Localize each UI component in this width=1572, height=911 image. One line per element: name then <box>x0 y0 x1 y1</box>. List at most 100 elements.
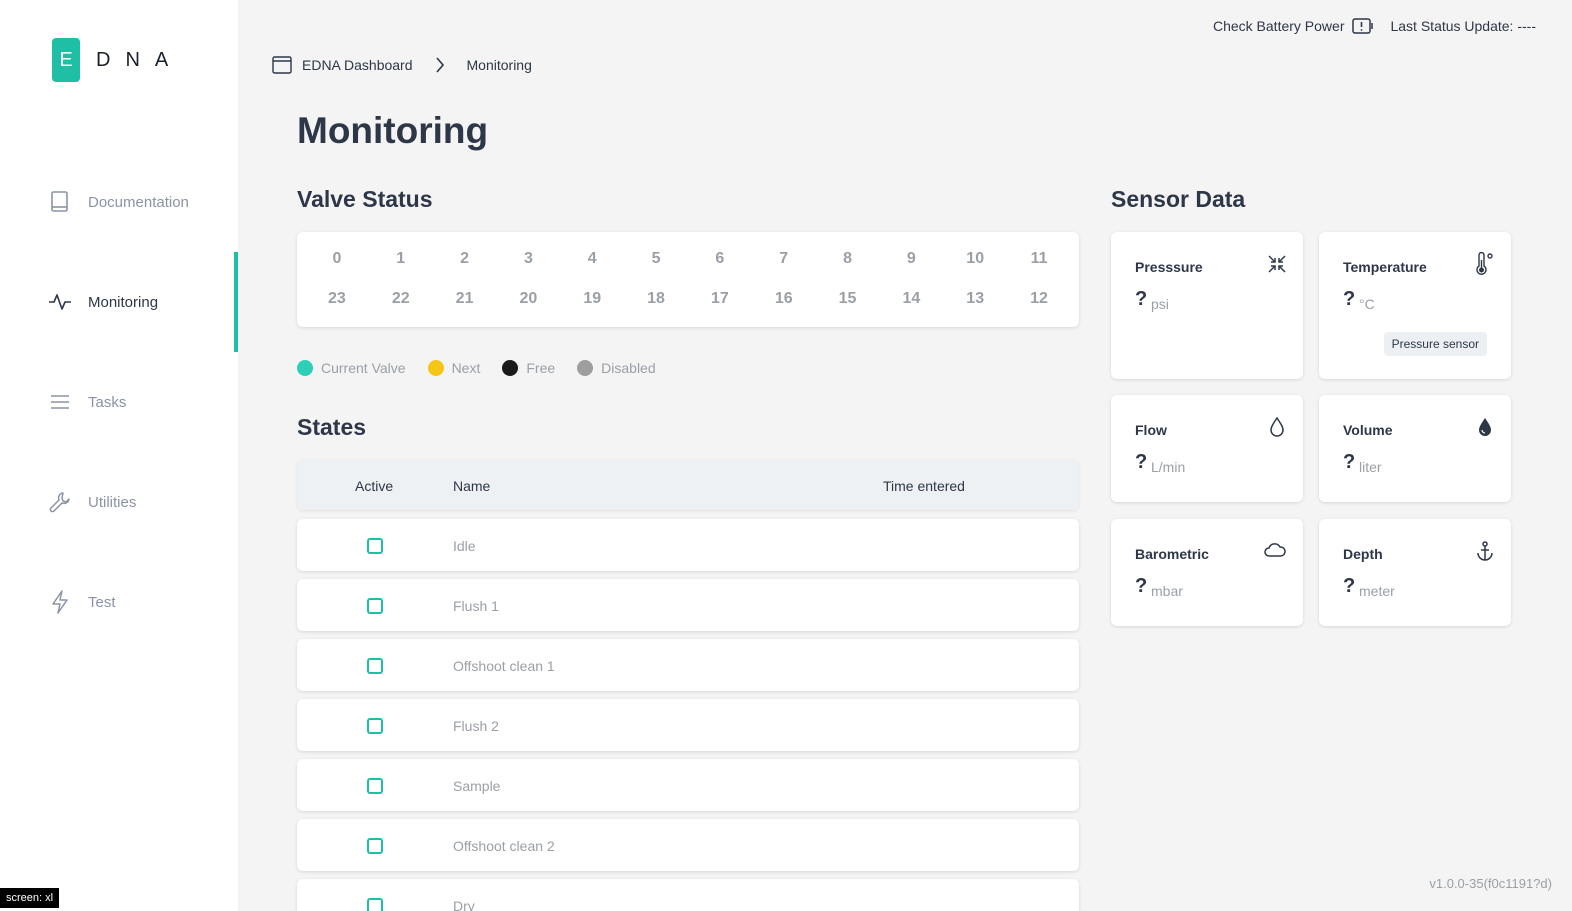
active-checkbox[interactable] <box>367 538 383 554</box>
column-header-active: Active <box>355 478 394 494</box>
page-title: Monitoring <box>297 110 489 151</box>
legend-dot <box>577 360 594 376</box>
active-checkbox[interactable] <box>367 898 383 911</box>
valve-number: 1 <box>396 250 406 267</box>
valve-number: 8 <box>843 250 852 267</box>
last-status-update: Last Status Update: ---- <box>1390 18 1536 34</box>
battery-alert-icon[interactable] <box>1352 18 1374 34</box>
valve-legend: Current Valve Next Free Disabled <box>297 360 678 376</box>
sensor-value: ? <box>1135 451 1148 473</box>
sidebar-item-label: Documentation <box>88 193 189 211</box>
sidebar-item-test[interactable]: Test <box>0 552 238 652</box>
table-row: Offshoot clean 2 <box>297 819 1079 871</box>
active-checkbox[interactable] <box>367 838 383 854</box>
valve-number: 0 <box>332 250 342 267</box>
valve-number: 23 <box>328 290 346 307</box>
breadcrumb-root-link[interactable]: EDNA Dashboard <box>302 57 413 73</box>
active-checkbox[interactable] <box>367 718 383 734</box>
breadcrumb: EDNA Dashboard Monitoring <box>272 56 532 74</box>
sidebar-item-label: Test <box>88 593 116 611</box>
sensor-unit: meter <box>1359 583 1395 599</box>
sidebar-item-documentation[interactable]: Documentation <box>0 152 238 252</box>
sensor-value: ? <box>1135 288 1148 310</box>
sidebar-item-label: Tasks <box>88 393 127 411</box>
cloud-icon <box>1263 541 1287 559</box>
state-name: Sample <box>453 778 501 794</box>
thermometer-icon <box>1473 252 1495 276</box>
valve-number: 5 <box>651 250 661 267</box>
sidebar-item-label: Monitoring <box>88 293 159 311</box>
legend-item-next: Next <box>427 360 480 376</box>
sensor-value: ? <box>1343 451 1356 473</box>
valve-number: 19 <box>583 290 602 307</box>
valve-row-bottom: 23 22 21 20 19 18 17 16 15 14 13 12 <box>305 290 1071 308</box>
sidebar: E DNA Documentation Monitoring Tasks Uti… <box>0 0 238 911</box>
lightning-icon <box>48 590 72 614</box>
legend-item-disabled: Disabled <box>577 360 656 376</box>
legend-dot <box>427 360 444 376</box>
sensor-title: Depth <box>1343 546 1383 562</box>
valve-number: 16 <box>774 290 793 307</box>
column-header-time: Time entered <box>883 478 965 494</box>
anchor-icon <box>1475 540 1495 562</box>
column-header-name: Name <box>453 478 491 494</box>
sidebar-item-tasks[interactable]: Tasks <box>0 352 238 452</box>
chevron-right-icon <box>435 57 445 73</box>
battery-check-label: Check Battery Power <box>1212 18 1345 34</box>
logo-mark: E <box>52 38 80 82</box>
legend-label: Disabled <box>601 360 656 376</box>
valve-row-top: 0 1 2 3 4 5 6 7 8 9 10 11 <box>305 250 1071 268</box>
menu-icon <box>48 390 72 414</box>
valve-number: 15 <box>838 290 857 307</box>
sensor-title: Volume <box>1343 422 1393 438</box>
valve-number: 10 <box>966 250 985 267</box>
valve-number: 21 <box>455 290 474 307</box>
valve-number: 13 <box>966 290 985 307</box>
sensor-value: ? <box>1343 575 1356 597</box>
active-checkbox[interactable] <box>367 598 383 614</box>
sensor-unit: psi <box>1151 296 1169 312</box>
valve-number: 17 <box>710 290 729 307</box>
state-name: Offshoot clean 1 <box>453 658 555 674</box>
active-checkbox[interactable] <box>367 658 383 674</box>
wrench-icon <box>48 490 72 514</box>
valve-status-card: 0 1 2 3 4 5 6 7 8 9 10 11 23 22 21 20 19… <box>297 232 1079 327</box>
state-name: Idle <box>453 538 476 554</box>
states-table-header: Active Name Time entered <box>297 459 1079 510</box>
table-row: Flush 1 <box>297 579 1079 631</box>
sensor-value: ? <box>1135 575 1148 597</box>
active-checkbox[interactable] <box>367 778 383 794</box>
legend-label: Free <box>526 360 556 376</box>
state-name: Flush 2 <box>453 718 499 734</box>
valve-number: 18 <box>647 290 665 307</box>
legend-dot <box>297 360 313 376</box>
screen-size-tag: screen: xl <box>0 888 60 908</box>
states-title: States <box>297 414 367 440</box>
version-label: v1.0.0-35(f0c1191?d) <box>1429 876 1552 891</box>
sidebar-item-utilities[interactable]: Utilities <box>0 452 238 552</box>
valve-number: 12 <box>1030 290 1048 307</box>
sensor-value: ? <box>1343 288 1356 310</box>
valve-number: 6 <box>715 250 725 267</box>
window-icon <box>272 56 292 74</box>
sidebar-item-monitoring[interactable]: Monitoring <box>0 252 238 352</box>
pressure-sensor-badge: Pressure sensor <box>1383 332 1487 356</box>
sensor-card-temperature: Temperature ? °C Pressure sensor <box>1319 232 1511 379</box>
state-name: Dry <box>453 898 475 911</box>
sensor-title: Presssure <box>1135 259 1203 275</box>
legend-item-current: Current Valve <box>297 360 406 376</box>
compress-icon <box>1267 254 1287 274</box>
sidebar-item-label: Utilities <box>88 493 137 511</box>
sensor-card-pressure: Presssure ? psi <box>1111 232 1303 379</box>
top-status-bar: Check Battery Power Last Status Update: … <box>1213 18 1536 34</box>
valve-number: 11 <box>1030 250 1048 267</box>
app-logo[interactable]: E DNA <box>52 38 183 82</box>
state-name: Flush 1 <box>453 598 499 614</box>
table-row: Flush 2 <box>297 699 1079 751</box>
legend-dot <box>502 360 519 376</box>
sensor-title: Barometric <box>1135 546 1209 562</box>
valve-status-title: Valve Status <box>297 186 433 212</box>
sensor-card-barometric: Barometric ? mbar <box>1111 519 1303 626</box>
valve-number: 4 <box>587 250 597 267</box>
book-icon <box>48 190 72 214</box>
